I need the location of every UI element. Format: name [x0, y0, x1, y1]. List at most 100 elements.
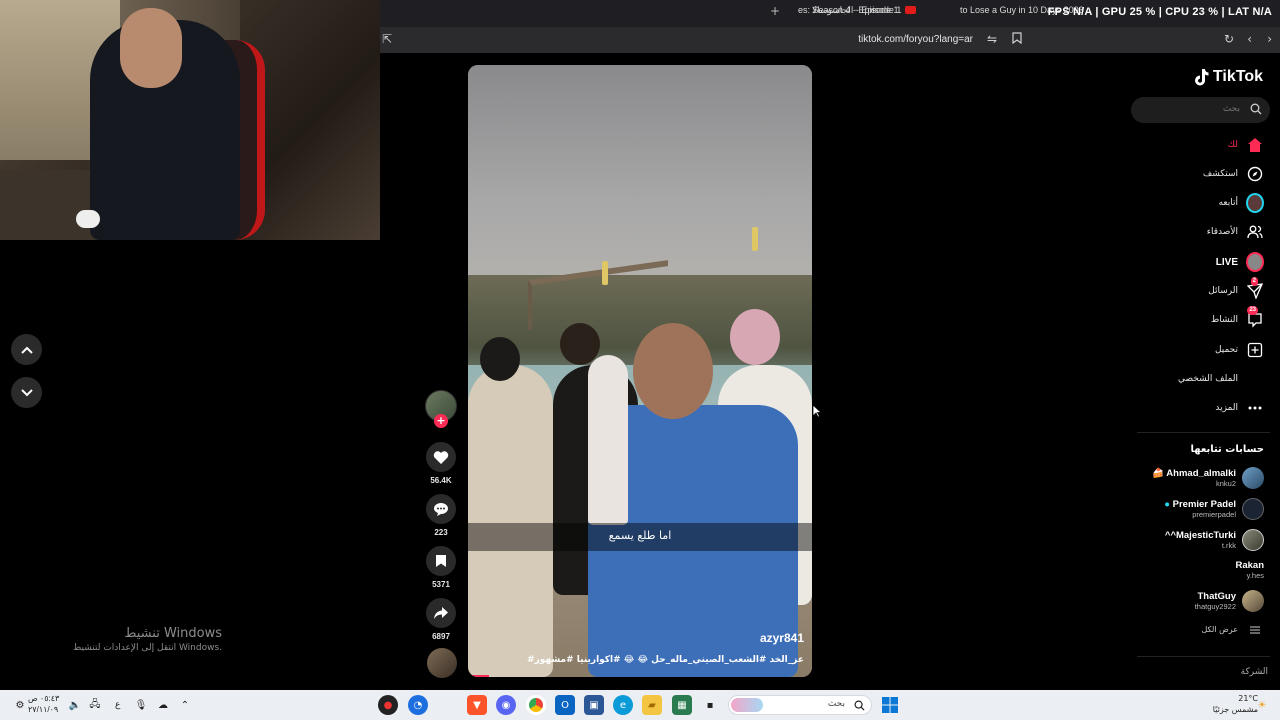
- account-name: Premier Padel: [1172, 499, 1236, 510]
- music-disc-avatar[interactable]: [427, 648, 457, 678]
- followed-account[interactable]: 🍰 Ahmad_almalki knku2: [1152, 467, 1264, 489]
- browser-address-bar: ⇱ tiktok.com/foryou?lang=ar ⇋ ↻ ‹ ›: [380, 27, 1280, 53]
- sidebar-divider: [1137, 656, 1270, 657]
- weather-sun-icon: ☀: [1257, 699, 1267, 711]
- sidebar-item-live[interactable]: LIVE: [1216, 252, 1264, 272]
- see-all-link[interactable]: عرض الكل: [1201, 625, 1260, 634]
- comment-action[interactable]: 223: [425, 494, 457, 537]
- search-placeholder: بحث: [1222, 104, 1240, 114]
- next-video-button[interactable]: [11, 377, 42, 408]
- video-player[interactable]: اما طلع يسمع azyr841 #عز_الخد #الشعب_الص…: [468, 65, 812, 677]
- url-field[interactable]: tiktok.com/foryou?lang=ar: [858, 34, 973, 45]
- avatar: [1242, 590, 1264, 612]
- video-person-head: [633, 323, 713, 419]
- share-action[interactable]: 6897: [425, 598, 457, 641]
- like-action[interactable]: 56.4K: [425, 442, 457, 485]
- following-avatar-icon: [1246, 193, 1264, 213]
- browser-tab-bar: to Lose a Guy in 10 Days 2003 الجاسوسالا…: [380, 0, 1280, 27]
- account-handle: y.hes: [1246, 571, 1264, 580]
- sidebar-item-explore[interactable]: استكشف: [1203, 164, 1264, 184]
- webcam-mouse: [76, 210, 100, 228]
- clock-time[interactable]: ٠٥:٤٣ ص: [28, 694, 59, 703]
- logo-text: TikTok: [1212, 68, 1263, 85]
- activation-title: تنشيط Windows: [124, 626, 222, 641]
- site-settings-icon[interactable]: ⇋: [987, 32, 997, 46]
- taskbar-search-placeholder: بحث: [827, 699, 845, 709]
- back-icon[interactable]: ‹: [1247, 32, 1252, 46]
- obs-icon[interactable]: ●: [378, 695, 398, 715]
- app-icon[interactable]: ◔: [408, 695, 428, 715]
- chrome-icon[interactable]: [526, 695, 546, 715]
- video-person-head: [560, 323, 600, 365]
- brave-icon[interactable]: ▼: [467, 695, 487, 715]
- home-icon: [1248, 138, 1262, 152]
- following-accounts-title: حسابات تتابعها: [1190, 444, 1264, 455]
- mouse-cursor-icon: [812, 404, 822, 418]
- file-explorer-icon[interactable]: ▰: [642, 695, 662, 715]
- settings-gear-icon[interactable]: ⚙: [10, 695, 30, 715]
- tiktok-icon: [1194, 69, 1209, 86]
- shares-count: 6897: [432, 632, 450, 641]
- app-icon[interactable]: ▦: [672, 695, 692, 715]
- video-person-head: [730, 309, 780, 365]
- sidebar-item-upload[interactable]: تحميل: [1215, 340, 1264, 360]
- sidebar-item-friends[interactable]: الأصدقاء: [1207, 222, 1264, 242]
- network-icon[interactable]: 🖧: [85, 695, 105, 715]
- chevron-down-icon: [20, 388, 33, 396]
- browser-tab[interactable]: es: Season 4 - Episode 1: [798, 5, 899, 15]
- sidebar-item-label: الأصدقاء: [1206, 227, 1238, 237]
- chevron-up-icon[interactable]: ⌃: [175, 695, 195, 715]
- language-indicator[interactable]: ع: [115, 699, 120, 710]
- sidebar-item-activity[interactable]: النشاط 23: [1211, 306, 1264, 330]
- verified-icon: ●: [1164, 499, 1170, 510]
- terminal-icon[interactable]: ▪: [700, 695, 720, 715]
- account-name: ^^MajesticTurki: [1164, 530, 1236, 541]
- avatar: [1242, 467, 1264, 489]
- activity-badge: 23: [1247, 306, 1258, 315]
- save-action[interactable]: 5371: [425, 546, 457, 589]
- sidebar-item-for-you[interactable]: لك: [1228, 135, 1264, 155]
- video-author[interactable]: azyr841: [760, 631, 804, 645]
- microphone-icon[interactable]: 🎙: [131, 695, 151, 715]
- friends-icon: [1247, 225, 1263, 239]
- see-all-label: عرض الكل: [1201, 625, 1238, 634]
- reload-icon[interactable]: ↻: [1224, 32, 1234, 46]
- follow-button[interactable]: +: [434, 414, 448, 428]
- bookmark-icon[interactable]: [1012, 32, 1022, 47]
- windows-start-icon[interactable]: [880, 695, 900, 715]
- windows-activation-watermark: تنشيط Windows انتقل إلى الإعدادات لتنشيط…: [60, 626, 222, 653]
- search-input[interactable]: بحث: [1131, 97, 1270, 123]
- sidebar-toggle-icon[interactable]: ⇱: [382, 32, 392, 46]
- saves-count: 5371: [432, 580, 450, 589]
- clock-date[interactable]: ٢٧/١١/٠٩: [28, 705, 58, 714]
- cloud-icon[interactable]: ☁: [153, 695, 173, 715]
- edge-icon[interactable]: e: [613, 695, 633, 715]
- sidebar-item-messages[interactable]: الرسائل 2: [1208, 277, 1264, 301]
- new-tab-button[interactable]: +: [770, 4, 780, 18]
- company-link[interactable]: الشركة: [1241, 667, 1268, 677]
- video-sky: [468, 65, 812, 295]
- followed-account[interactable]: ^^MajesticTurki t.rkk: [1165, 529, 1264, 551]
- discord-icon[interactable]: ◉: [496, 695, 516, 715]
- sidebar-item-profile[interactable]: الملف الشخصي: [1178, 369, 1264, 389]
- sidebar-item-following[interactable]: أتابعه: [1219, 193, 1264, 213]
- sidebar-item-more[interactable]: المزيد: [1215, 398, 1264, 418]
- outlook-icon[interactable]: O: [555, 695, 575, 715]
- video-caption[interactable]: #عز_الخد #الشعب_الصيني_ماله_حل 😂 😂 #اكوا…: [527, 655, 804, 665]
- forward-icon[interactable]: ›: [1267, 32, 1272, 46]
- sidebar-item-label: أتابعه: [1218, 198, 1238, 208]
- webcam-head: [120, 8, 182, 88]
- taskbar-search-input[interactable]: بحث: [728, 695, 872, 715]
- followed-account[interactable]: Rakan y.hes: [1235, 560, 1264, 580]
- sidebar-item-label: الرسائل: [1208, 286, 1238, 296]
- tiktok-logo[interactable]: TikTok: [1193, 68, 1263, 86]
- followed-account[interactable]: ThatGuy thatguy2922: [1195, 590, 1264, 612]
- followed-account[interactable]: ● Premier Padel premierpadel: [1164, 498, 1264, 520]
- previous-video-button[interactable]: [11, 334, 42, 365]
- volume-icon[interactable]: 🔈: [65, 695, 85, 715]
- youtube-icon: [905, 6, 917, 14]
- video-progress-bar[interactable]: [468, 675, 489, 677]
- store-icon[interactable]: ▣: [584, 695, 604, 715]
- share-icon: [434, 607, 448, 619]
- search-icon[interactable]: [1250, 103, 1262, 115]
